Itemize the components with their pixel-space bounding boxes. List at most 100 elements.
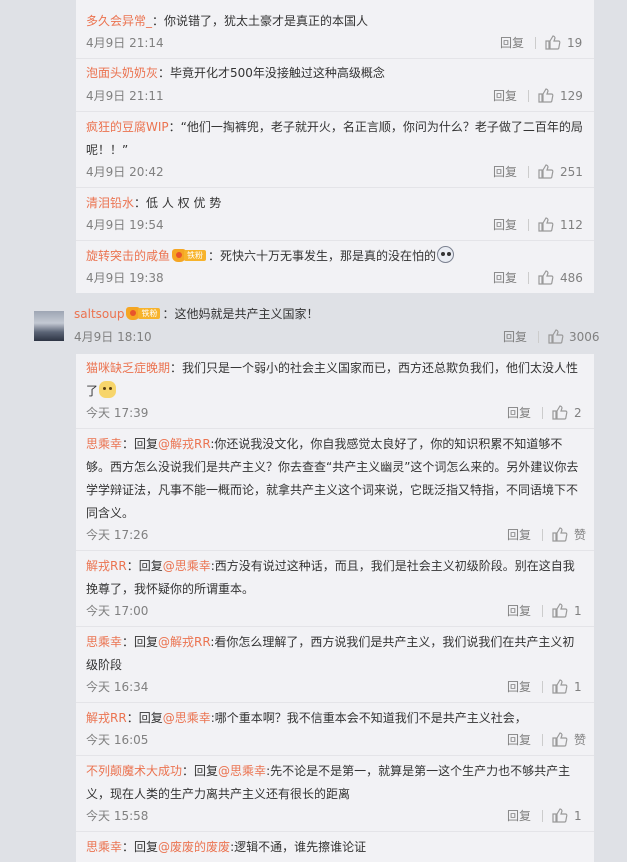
reply-prefix: 回复 <box>134 840 159 854</box>
comment-text: 毕竟开化才500年没接触过这种高级概念 <box>170 66 385 80</box>
thumbs-up-icon <box>545 35 561 50</box>
thumbs-up-icon <box>552 732 568 747</box>
thumbs-up-icon <box>538 164 554 179</box>
comment-text-cont: 挽尊了，我怀疑你的所谓重本。 <box>86 582 255 596</box>
divider <box>528 90 529 102</box>
comment-separator: ： <box>152 14 165 28</box>
comment-time: 今天 16:05 <box>86 733 149 747</box>
comment-thread: 多久会异常_：你说错了，犹太土豪才是真正的本国人 4月9日 21:14 回复 1… <box>0 0 627 862</box>
reply-button[interactable]: 回复 <box>503 327 527 347</box>
divider <box>76 550 594 551</box>
comment-separator: ： <box>134 196 147 210</box>
main-comment-line: saltsoup 铁粉 ：这他妈就是共产主义国家！ <box>74 304 319 324</box>
mention-link[interactable]: @思乘幸 <box>163 559 211 573</box>
comment-separator: ： <box>162 307 175 321</box>
comment-username[interactable]: 不列颠魔术大成功 <box>86 764 182 778</box>
comment-username[interactable]: 泡面头奶奶灰 <box>86 66 158 80</box>
comment-username[interactable]: 猫咪缺乏症晚期 <box>86 361 170 375</box>
reply-button[interactable]: 回复 <box>507 403 531 423</box>
comment-text: 低 人 权 优 势 <box>146 196 222 210</box>
reply-button[interactable]: 回复 <box>500 33 524 53</box>
mention-link[interactable]: @思乘幸 <box>163 711 211 725</box>
comment-username[interactable]: 多久会异常_ <box>86 14 152 28</box>
divider <box>538 331 539 343</box>
comment-text-cont: 够。西方怎么没说我们是共产主义？你去查查“共产主义幽灵”这个词怎么来的。另外建议… <box>86 460 579 474</box>
thumbs-up-icon <box>552 808 568 823</box>
fan-badge-label: 铁粉 <box>184 250 207 261</box>
divider <box>76 702 594 703</box>
fan-badge-icon[interactable]: 铁粉 <box>126 307 161 320</box>
reply-button[interactable]: 回复 <box>493 268 517 288</box>
reply-prefix: 回复 <box>134 635 159 649</box>
comment-separator: ： <box>182 764 195 778</box>
like-count: 129 <box>560 89 583 103</box>
divider <box>535 37 536 49</box>
comment-separator: ： <box>122 437 135 451</box>
reply-button[interactable]: 回复 <box>493 162 517 182</box>
comment-separator: ： <box>126 711 139 725</box>
comment-text-cont: 了 <box>86 384 99 398</box>
divider <box>542 529 543 541</box>
comment-separator: ： <box>158 66 171 80</box>
divider <box>76 755 594 756</box>
comment-text-cont: 级阶段 <box>86 658 123 672</box>
fan-badge-icon[interactable]: 铁粉 <box>172 249 207 262</box>
comment-separator: ： <box>170 361 183 375</box>
comment-meta: 4月9日 19:54 回复 112 <box>86 215 583 235</box>
reply-button[interactable]: 回复 <box>493 86 517 106</box>
reply-prefix: 回复 <box>138 559 163 573</box>
comment-username[interactable]: 解戎RR <box>86 711 127 725</box>
mention-link[interactable]: @废废的废废 <box>158 840 230 854</box>
comment-username[interactable]: saltsoup <box>74 307 124 321</box>
comment-meta: 今天 16:05 回复 赞 <box>86 730 586 750</box>
comment-text: 你说错了，犹太土豪才是真正的本国人 <box>164 14 369 28</box>
comment-username[interactable]: 思乘幸 <box>86 840 122 854</box>
comment-text: 这他妈就是共产主义国家！ <box>174 307 319 321</box>
comment-time: 今天 17:39 <box>86 406 149 420</box>
main-comment-meta: 4月9日 18:10 回复 3006 <box>74 327 600 347</box>
divider <box>76 831 594 832</box>
thumbs-up-icon <box>538 88 554 103</box>
comment-meta: 今天 16:34 回复 1 <box>86 677 582 697</box>
comment-meta: 今天 15:58 回复 1 <box>86 806 582 826</box>
comment-separator: ： <box>122 840 135 854</box>
comment-username[interactable]: 思乘幸 <box>86 437 122 451</box>
comment-username[interactable]: 清泪铅水 <box>86 196 134 210</box>
reply-button[interactable]: 回复 <box>507 601 531 621</box>
like-count: 赞 <box>574 528 587 542</box>
reply-button[interactable]: 回复 <box>507 730 531 750</box>
comment-meta: 今天 17:26 回复 赞 <box>86 525 586 545</box>
comment-text: 逻辑不通，谁先擦谁论证 <box>234 840 367 854</box>
mention-link[interactable]: @解戎RR <box>158 437 210 451</box>
avatar[interactable] <box>34 311 64 341</box>
divider <box>542 605 543 617</box>
mention-link[interactable]: @思乘幸 <box>218 764 266 778</box>
comment-text: 我们只是一个弱小的社会主义国家而已，西方还总欺负我们，他们太没人性 <box>182 361 579 375</box>
comment-username[interactable]: 疯狂的豆腐WIP <box>86 120 169 134</box>
reply-button[interactable]: 回复 <box>493 215 517 235</box>
comment-username[interactable]: 思乘幸 <box>86 635 122 649</box>
comment-username[interactable]: 旋转突击的咸鱼 <box>86 249 170 263</box>
mention-link[interactable]: @解戎RR <box>158 635 210 649</box>
comment-text: 先不论是不是第一，就算是第一这个生产力也不够共产主 <box>270 764 571 778</box>
comment-meta: 4月9日 19:38 回复 486 <box>86 268 583 288</box>
comment-text: 西方没有说过这种话，而且，我们是社会主义初级阶段。别在这自我 <box>214 559 575 573</box>
reply-button[interactable]: 回复 <box>507 525 531 545</box>
comment-time: 4月9日 21:11 <box>86 89 164 103</box>
like-count: 1 <box>574 809 582 823</box>
divider <box>542 734 543 746</box>
like-count: 2 <box>574 406 582 420</box>
like-count: 1 <box>574 604 582 618</box>
fan-badge-label: 铁粉 <box>138 308 161 319</box>
comment-meta: 今天 17:00 回复 1 <box>86 601 582 621</box>
divider <box>528 166 529 178</box>
reply-button[interactable]: 回复 <box>507 806 531 826</box>
comment-username[interactable]: 解戎RR <box>86 559 127 573</box>
reply-button[interactable]: 回复 <box>507 677 531 697</box>
divider <box>76 428 594 429</box>
thumbs-up-icon <box>552 527 568 542</box>
divider <box>76 187 594 188</box>
divider <box>542 681 543 693</box>
sub-comment-panel-replies: 猫咪缺乏症晚期：我们只是一个弱小的社会主义国家而已，西方还总欺负我们，他们太没人… <box>76 354 594 862</box>
comment-text: 看你怎么理解了，西方说我们是共产主义，我们说我们在共产主义初 <box>214 635 575 649</box>
